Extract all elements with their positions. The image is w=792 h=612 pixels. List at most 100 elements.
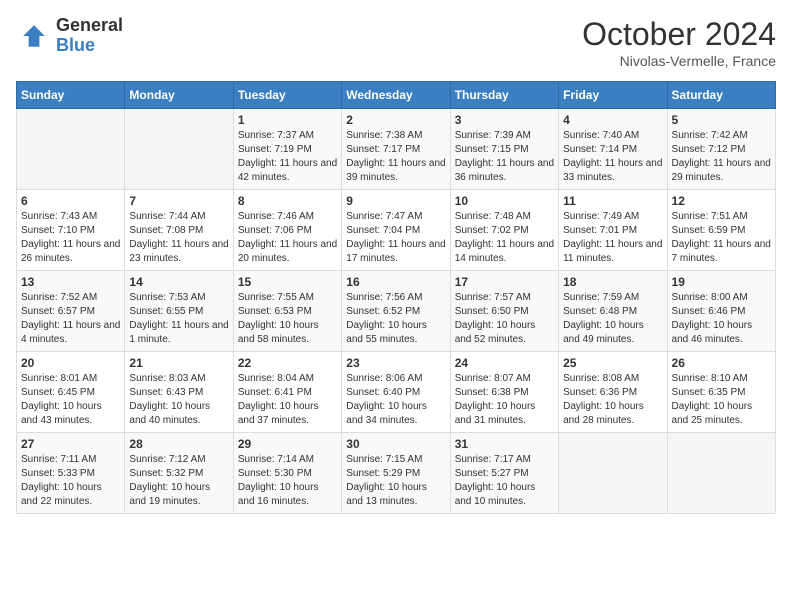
logo-general-label: General bbox=[56, 16, 123, 36]
calendar-cell: 29 Sunrise: 7:14 AM Sunset: 5:30 PM Dayli… bbox=[233, 433, 341, 514]
calendar-cell: 14 Sunrise: 7:53 AM Sunset: 6:55 PM Dayli… bbox=[125, 271, 233, 352]
day-number: 30 bbox=[346, 437, 445, 451]
day-number: 16 bbox=[346, 275, 445, 289]
calendar-cell: 13Sunrise: 7:52 AM Sunset: 6:57 PM Dayli… bbox=[17, 271, 125, 352]
day-info: Sunrise: 7:48 AM Sunset: 7:02 PM Dayligh… bbox=[455, 210, 554, 266]
calendar-cell: 11 Sunrise: 7:49 AM Sunset: 7:01 PM Dayli… bbox=[559, 190, 667, 271]
day-info: Sunrise: 7:51 AM Sunset: 6:59 PM Dayligh… bbox=[672, 210, 771, 266]
logo-icon bbox=[16, 18, 52, 54]
calendar-body: 1Sunrise: 7:37 AM Sunset: 7:19 PM Daylig… bbox=[17, 109, 776, 514]
calendar-cell: 3 Sunrise: 7:39 AM Sunset: 7:15 PM Daylig… bbox=[450, 109, 558, 190]
calendar-cell: 30 Sunrise: 7:15 AM Sunset: 5:29 PM Dayli… bbox=[342, 433, 450, 514]
calendar-cell: 4Sunrise: 7:40 AM Sunset: 7:14 PM Daylig… bbox=[559, 109, 667, 190]
day-header-thursday: Thursday bbox=[450, 82, 558, 109]
day-info: Sunrise: 7:56 AM Sunset: 6:52 PM Dayligh… bbox=[346, 291, 445, 347]
calendar-cell: 6Sunrise: 7:43 AM Sunset: 7:10 PM Daylig… bbox=[17, 190, 125, 271]
calendar-cell: 19 Sunrise: 8:00 AM Sunset: 6:46 PM Dayli… bbox=[667, 271, 775, 352]
day-info: Sunrise: 7:47 AM Sunset: 7:04 PM Dayligh… bbox=[346, 210, 445, 266]
calendar-cell: 24 Sunrise: 8:07 AM Sunset: 6:38 PM Dayli… bbox=[450, 352, 558, 433]
calendar-cell bbox=[125, 109, 233, 190]
day-header-sunday: Sunday bbox=[17, 82, 125, 109]
day-header-tuesday: Tuesday bbox=[233, 82, 341, 109]
day-info: Sunrise: 7:52 AM Sunset: 6:57 PM Dayligh… bbox=[21, 291, 120, 347]
day-info: Sunrise: 8:01 AM Sunset: 6:45 PM Dayligh… bbox=[21, 372, 120, 428]
calendar-cell: 17Sunrise: 7:57 AM Sunset: 6:50 PM Dayli… bbox=[450, 271, 558, 352]
day-number: 11 bbox=[563, 194, 662, 208]
day-info: Sunrise: 7:46 AM Sunset: 7:06 PM Dayligh… bbox=[238, 210, 337, 266]
day-info: Sunrise: 7:49 AM Sunset: 7:01 PM Dayligh… bbox=[563, 210, 662, 266]
day-info: Sunrise: 8:00 AM Sunset: 6:46 PM Dayligh… bbox=[672, 291, 771, 347]
calendar-cell bbox=[667, 433, 775, 514]
day-number: 28 bbox=[129, 437, 228, 451]
week-row-1: 1Sunrise: 7:37 AM Sunset: 7:19 PM Daylig… bbox=[17, 109, 776, 190]
day-number: 20 bbox=[21, 356, 120, 370]
day-info: Sunrise: 7:39 AM Sunset: 7:15 PM Dayligh… bbox=[455, 129, 554, 185]
day-number: 31 bbox=[455, 437, 554, 451]
day-number: 21 bbox=[129, 356, 228, 370]
day-info: Sunrise: 7:42 AM Sunset: 7:12 PM Dayligh… bbox=[672, 129, 771, 185]
calendar-cell: 20 Sunrise: 8:01 AM Sunset: 6:45 PM Dayli… bbox=[17, 352, 125, 433]
day-info: Sunrise: 8:07 AM Sunset: 6:38 PM Dayligh… bbox=[455, 372, 554, 428]
calendar-cell: 2Sunrise: 7:38 AM Sunset: 7:17 PM Daylig… bbox=[342, 109, 450, 190]
day-info: Sunrise: 7:43 AM Sunset: 7:10 PM Dayligh… bbox=[21, 210, 120, 266]
day-info: Sunrise: 8:04 AM Sunset: 6:41 PM Dayligh… bbox=[238, 372, 337, 428]
day-number: 29 bbox=[238, 437, 337, 451]
calendar-cell: 22 Sunrise: 8:04 AM Sunset: 6:41 PM Dayli… bbox=[233, 352, 341, 433]
day-number: 25 bbox=[563, 356, 662, 370]
day-info: Sunrise: 7:53 AM Sunset: 6:55 PM Dayligh… bbox=[129, 291, 228, 347]
day-info: Sunrise: 7:59 AM Sunset: 6:48 PM Dayligh… bbox=[563, 291, 662, 347]
day-header-saturday: Saturday bbox=[667, 82, 775, 109]
day-number: 22 bbox=[238, 356, 337, 370]
day-number: 26 bbox=[672, 356, 771, 370]
calendar-header: SundayMondayTuesdayWednesdayThursdayFrid… bbox=[17, 82, 776, 109]
day-number: 2 bbox=[346, 113, 445, 127]
day-number: 12 bbox=[672, 194, 771, 208]
day-header-friday: Friday bbox=[559, 82, 667, 109]
calendar-cell: 27Sunrise: 7:11 AM Sunset: 5:33 PM Dayli… bbox=[17, 433, 125, 514]
calendar-cell: 5 Sunrise: 7:42 AM Sunset: 7:12 PM Daylig… bbox=[667, 109, 775, 190]
day-info: Sunrise: 8:10 AM Sunset: 6:35 PM Dayligh… bbox=[672, 372, 771, 428]
day-number: 14 bbox=[129, 275, 228, 289]
logo: General Blue bbox=[16, 16, 123, 56]
calendar-cell: 23Sunrise: 8:06 AM Sunset: 6:40 PM Dayli… bbox=[342, 352, 450, 433]
calendar-cell: 15 Sunrise: 7:55 AM Sunset: 6:53 PM Dayli… bbox=[233, 271, 341, 352]
calendar-cell: 7 Sunrise: 7:44 AM Sunset: 7:08 PM Daylig… bbox=[125, 190, 233, 271]
week-row-3: 13Sunrise: 7:52 AM Sunset: 6:57 PM Dayli… bbox=[17, 271, 776, 352]
day-info: Sunrise: 7:57 AM Sunset: 6:50 PM Dayligh… bbox=[455, 291, 554, 347]
day-number: 1 bbox=[238, 113, 337, 127]
day-info: Sunrise: 8:03 AM Sunset: 6:43 PM Dayligh… bbox=[129, 372, 228, 428]
calendar-cell: 31 Sunrise: 7:17 AM Sunset: 5:27 PM Dayli… bbox=[450, 433, 558, 514]
day-number: 19 bbox=[672, 275, 771, 289]
day-number: 15 bbox=[238, 275, 337, 289]
title-block: October 2024 Nivolas-Vermelle, France bbox=[582, 16, 776, 69]
calendar-cell: 10 Sunrise: 7:48 AM Sunset: 7:02 PM Dayli… bbox=[450, 190, 558, 271]
day-number: 24 bbox=[455, 356, 554, 370]
day-info: Sunrise: 7:55 AM Sunset: 6:53 PM Dayligh… bbox=[238, 291, 337, 347]
calendar-cell bbox=[559, 433, 667, 514]
day-number: 7 bbox=[129, 194, 228, 208]
day-number: 3 bbox=[455, 113, 554, 127]
day-number: 4 bbox=[563, 113, 662, 127]
day-header-wednesday: Wednesday bbox=[342, 82, 450, 109]
calendar-cell: 1Sunrise: 7:37 AM Sunset: 7:19 PM Daylig… bbox=[233, 109, 341, 190]
day-info: Sunrise: 7:17 AM Sunset: 5:27 PM Dayligh… bbox=[455, 453, 554, 509]
calendar-table: SundayMondayTuesdayWednesdayThursdayFrid… bbox=[16, 81, 776, 514]
header-row: SundayMondayTuesdayWednesdayThursdayFrid… bbox=[17, 82, 776, 109]
calendar-cell: 8 Sunrise: 7:46 AM Sunset: 7:06 PM Daylig… bbox=[233, 190, 341, 271]
week-row-4: 20 Sunrise: 8:01 AM Sunset: 6:45 PM Dayli… bbox=[17, 352, 776, 433]
day-info: Sunrise: 7:14 AM Sunset: 5:30 PM Dayligh… bbox=[238, 453, 337, 509]
day-number: 27 bbox=[21, 437, 120, 451]
day-info: Sunrise: 7:15 AM Sunset: 5:29 PM Dayligh… bbox=[346, 453, 445, 509]
calendar-cell: 28Sunrise: 7:12 AM Sunset: 5:32 PM Dayli… bbox=[125, 433, 233, 514]
location-subtitle: Nivolas-Vermelle, France bbox=[582, 53, 776, 69]
day-info: Sunrise: 7:44 AM Sunset: 7:08 PM Dayligh… bbox=[129, 210, 228, 266]
month-title: October 2024 bbox=[582, 16, 776, 53]
day-number: 18 bbox=[563, 275, 662, 289]
day-number: 8 bbox=[238, 194, 337, 208]
logo-blue-label: Blue bbox=[56, 36, 123, 56]
day-number: 9 bbox=[346, 194, 445, 208]
day-info: Sunrise: 8:06 AM Sunset: 6:40 PM Dayligh… bbox=[346, 372, 445, 428]
calendar-cell: 18 Sunrise: 7:59 AM Sunset: 6:48 PM Dayli… bbox=[559, 271, 667, 352]
day-number: 10 bbox=[455, 194, 554, 208]
day-number: 5 bbox=[672, 113, 771, 127]
